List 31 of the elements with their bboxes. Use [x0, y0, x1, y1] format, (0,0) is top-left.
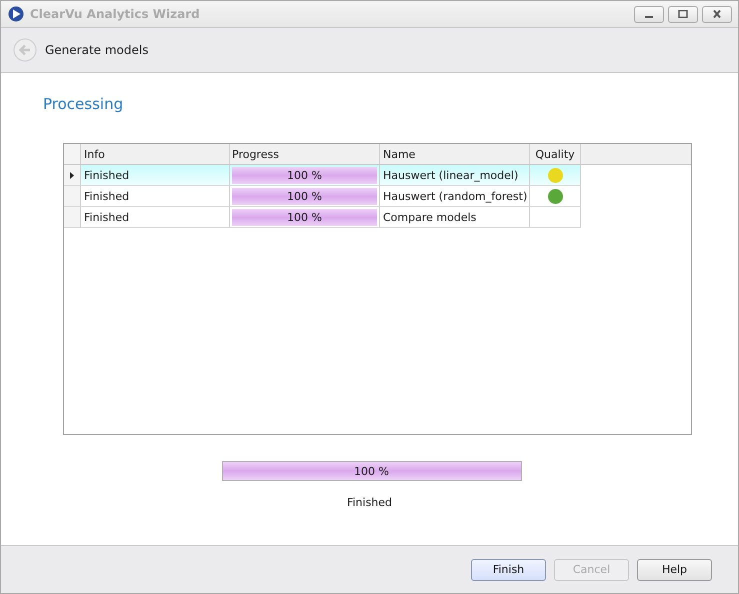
column-header[interactable]: Name [380, 144, 530, 164]
section-title: Processing [43, 95, 124, 113]
table-cell: Compare models [383, 210, 476, 224]
table-cell: Finished [84, 190, 130, 202]
column-header[interactable]: Progress [230, 144, 380, 164]
maximize-button[interactable] [668, 6, 698, 22]
close-icon [712, 10, 722, 18]
minimize-button[interactable] [634, 6, 664, 22]
table-row[interactable]: Finished 100 % Hauswert (linear_model) [64, 165, 691, 186]
column-header[interactable]: Info [81, 144, 230, 164]
close-button[interactable] [702, 6, 732, 22]
table-row[interactable]: Finished 100 % Compare models [64, 207, 691, 228]
table-cell: Finished [84, 210, 130, 224]
dialog-button[interactable]: Help [637, 558, 712, 580]
table-cell: Hauswert (random_forest) [383, 190, 528, 202]
column-header[interactable]: Quality [530, 144, 581, 164]
row-pointer-icon [70, 172, 74, 178]
row-indicator[interactable] [64, 165, 81, 186]
progress-bar: 100 % [222, 461, 522, 481]
dialog-button[interactable]: Finish [471, 558, 546, 580]
logo-icon [8, 6, 24, 22]
maximize-icon [678, 10, 688, 18]
page-title: Generate models [45, 43, 148, 57]
table-cell: Finished [84, 168, 130, 182]
table-cell: Hauswert (linear_model) [383, 168, 518, 182]
table-row[interactable]: Finished 100 % Hauswert (random_forest) [64, 186, 691, 207]
progress-bar: 100 % [232, 166, 377, 184]
progress-bar: 100 % [232, 208, 377, 226]
window-title: ClearVu Analytics Wizard [30, 7, 200, 21]
progress-bar: 100 % [232, 188, 377, 204]
status-text: Finished [346, 496, 392, 509]
